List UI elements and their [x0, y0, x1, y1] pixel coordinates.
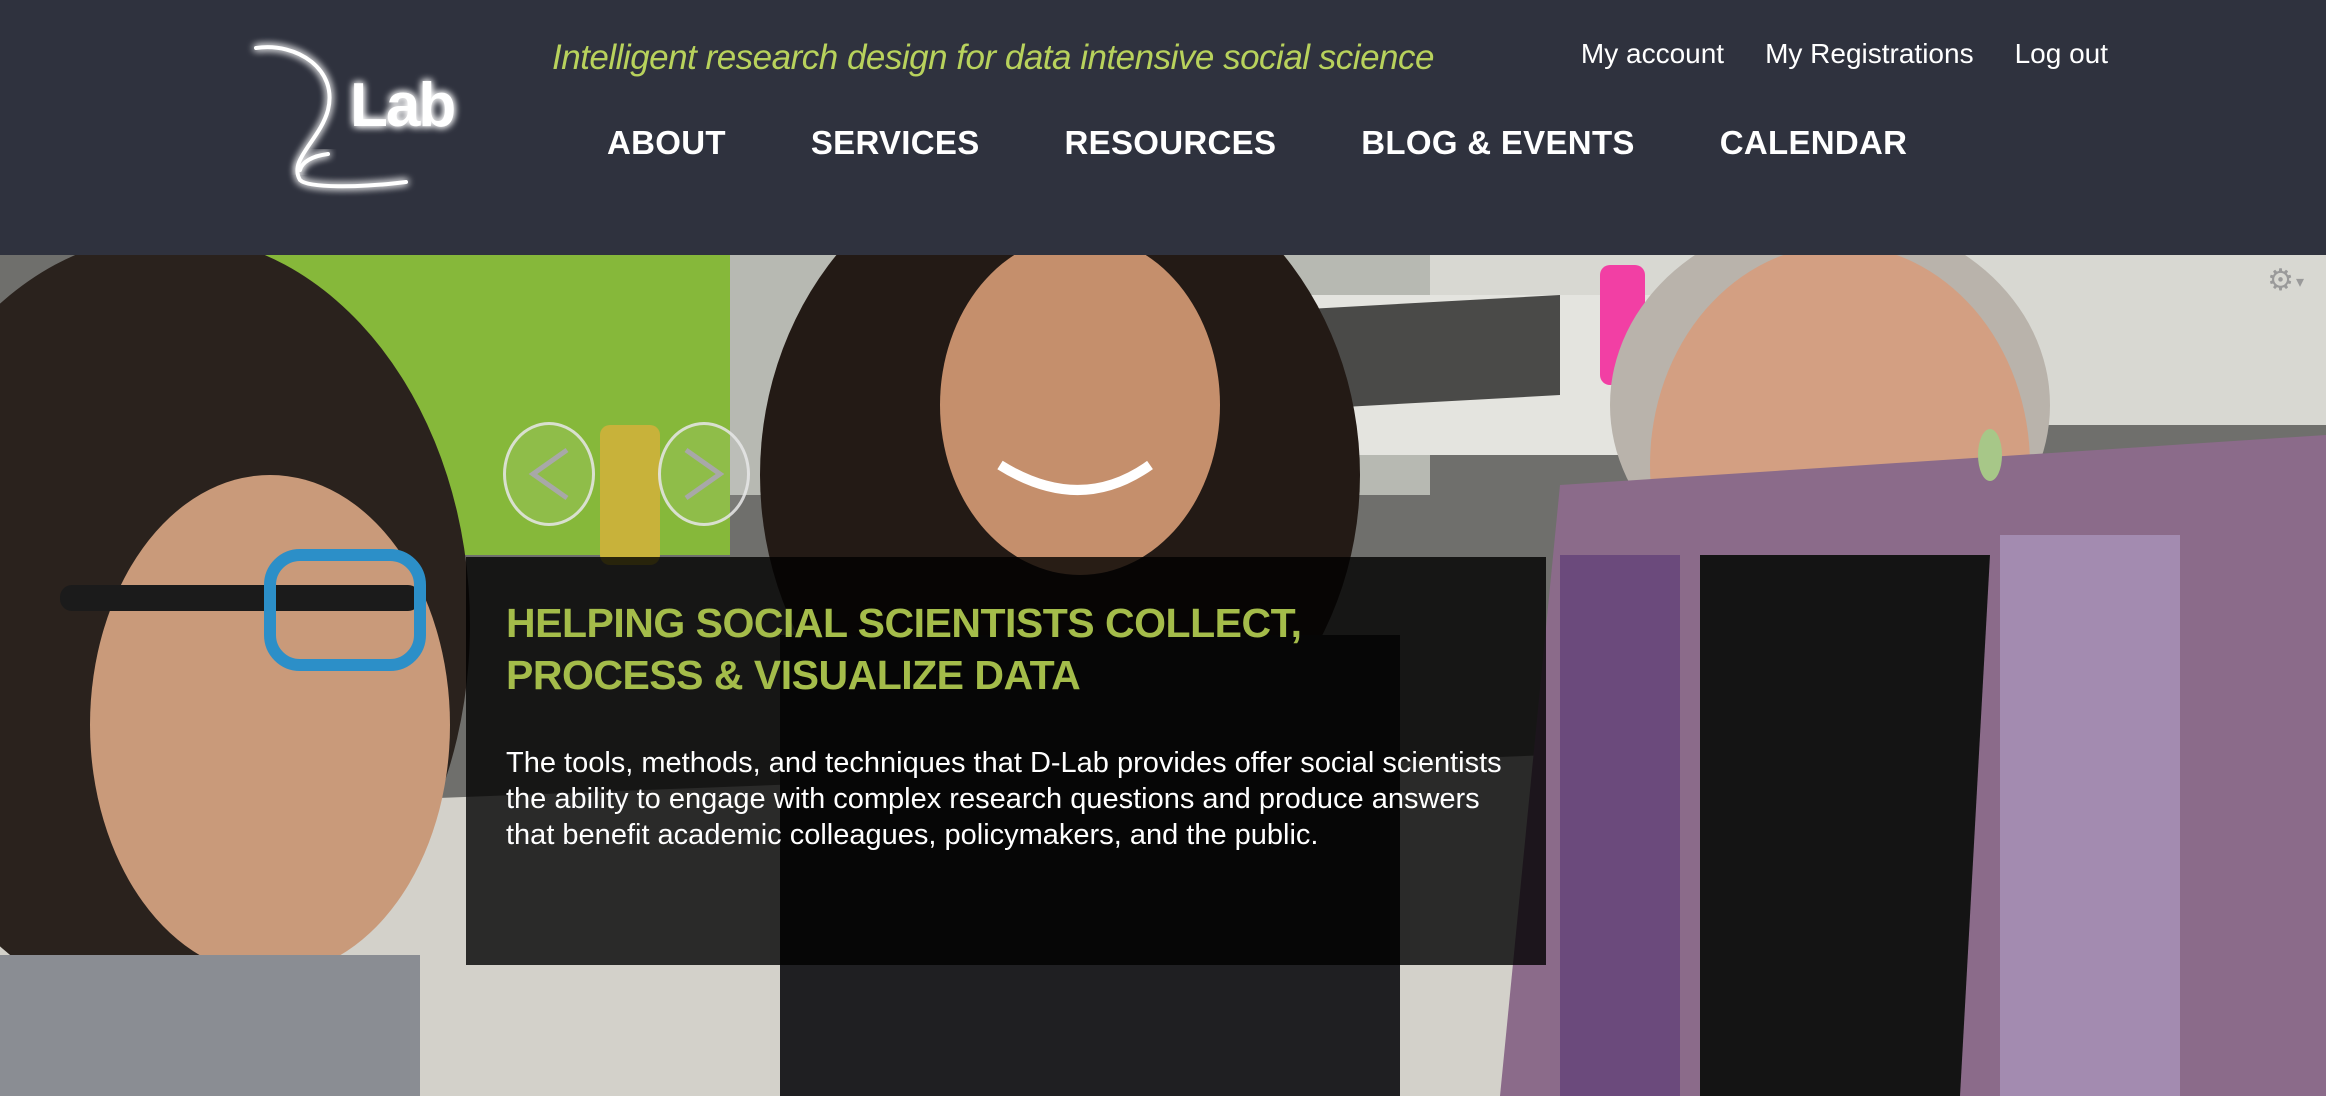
gear-menu[interactable]: ⚙ ▾: [2267, 263, 2304, 298]
dlab-logo[interactable]: Lab: [238, 30, 456, 200]
slide-caption: HELPING SOCIAL SCIENTISTS COLLECT, PROCE…: [466, 557, 1546, 965]
log-out-link[interactable]: Log out: [2015, 38, 2108, 70]
site-tagline: Intelligent research design for data int…: [552, 38, 1434, 77]
caret-down-icon: ▾: [2295, 274, 2304, 292]
nav-calendar[interactable]: CALENDAR: [1720, 124, 1908, 162]
nav-about[interactable]: ABOUT: [607, 124, 726, 162]
main-nav: ABOUT SERVICES RESOURCES BLOG & EVENTS C…: [607, 124, 1907, 162]
slide-description: The tools, methods, and techniques that …: [506, 747, 1502, 851]
site-header: Lab Intelligent research design for data…: [0, 0, 2326, 255]
nav-resources[interactable]: RESOURCES: [1065, 124, 1277, 162]
nav-blog-events[interactable]: BLOG & EVENTS: [1361, 124, 1634, 162]
page: Lab Intelligent research design for data…: [0, 0, 2326, 1096]
slider-prev-button[interactable]: [503, 422, 595, 526]
gear-icon: ⚙: [2267, 264, 2294, 297]
chevron-right-icon: [684, 447, 725, 501]
nav-services[interactable]: SERVICES: [811, 124, 980, 162]
dlab-logo-icon: Lab: [254, 45, 456, 189]
my-registrations-link[interactable]: My Registrations: [1765, 38, 1974, 70]
slider-next-button[interactable]: [658, 422, 750, 526]
logo-text: Lab: [350, 71, 454, 140]
my-account-link[interactable]: My account: [1581, 38, 1724, 70]
user-menu: My account My Registrations Log out: [1581, 38, 2108, 70]
chevron-left-icon: [528, 447, 569, 501]
slide-title: HELPING SOCIAL SCIENTISTS COLLECT, PROCE…: [506, 600, 1302, 698]
hero-slider: ⚙ ▾ HELPING SOCIAL SCIENTISTS COLLECT, PR…: [0, 255, 2326, 1096]
